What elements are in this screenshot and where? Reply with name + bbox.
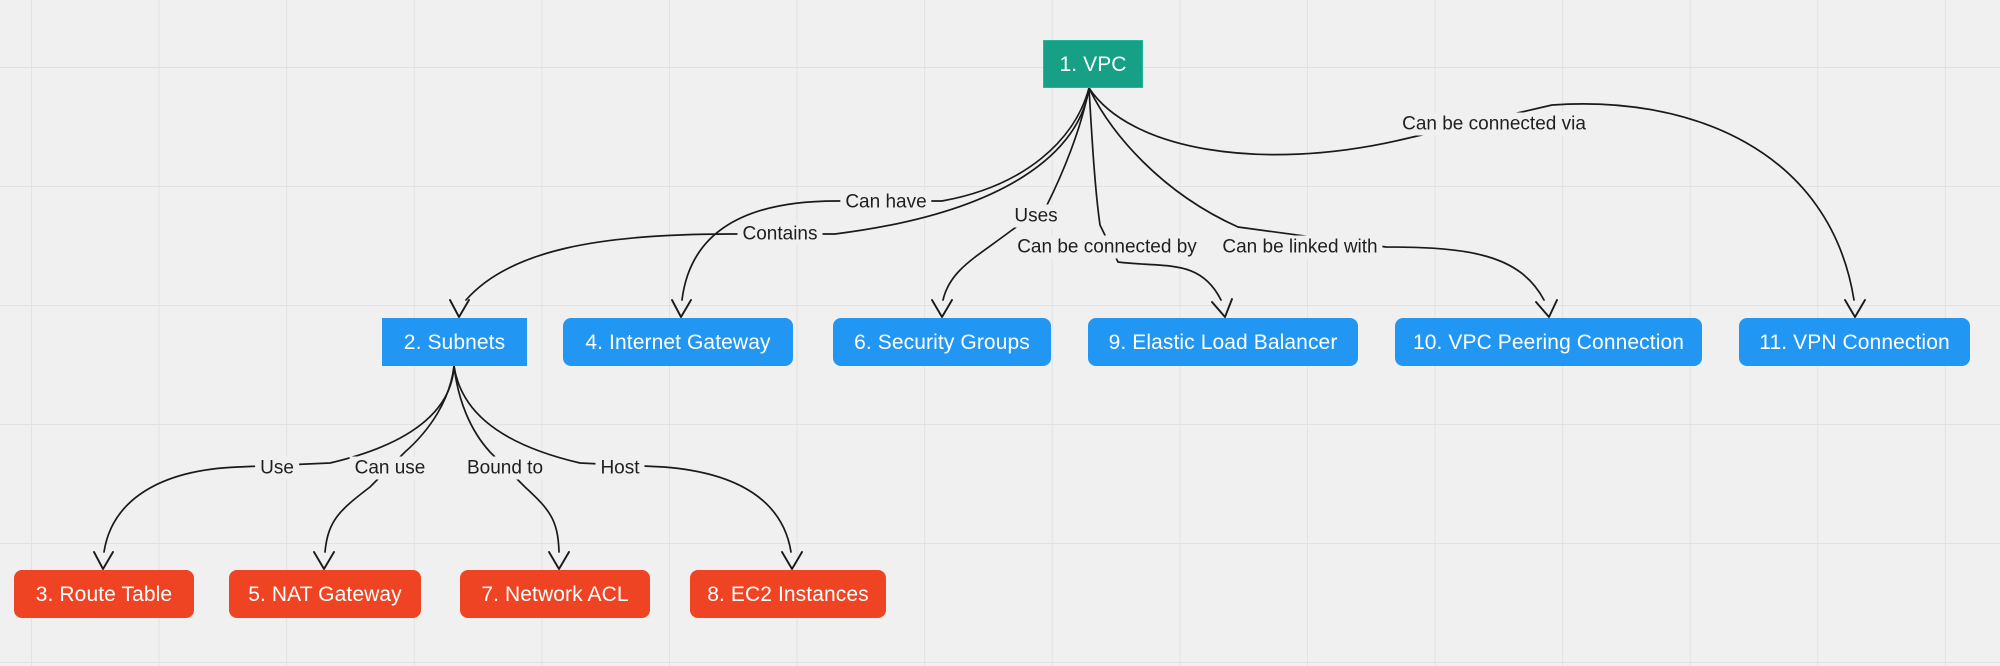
node-label: 11. VPN Connection bbox=[1759, 330, 1950, 354]
edge-label-host: Host bbox=[595, 456, 645, 480]
node-network-acl[interactable]: 7. Network ACL bbox=[460, 570, 650, 618]
edge-label-use: Use bbox=[255, 456, 299, 480]
node-label: 10. VPC Peering Connection bbox=[1412, 330, 1685, 354]
node-ec2-instances[interactable]: 8. EC2 Instances bbox=[690, 570, 886, 618]
node-label: 6. Security Groups bbox=[854, 330, 1030, 354]
node-label: 5. NAT Gateway bbox=[248, 582, 402, 606]
node-vpn-connection[interactable]: 11. VPN Connection bbox=[1739, 318, 1970, 366]
node-label: 8. EC2 Instances bbox=[707, 582, 869, 606]
node-elastic-load-balancer[interactable]: 9. Elastic Load Balancer bbox=[1088, 318, 1358, 366]
edge-label-can-be-connected-by: Can be connected by bbox=[1012, 235, 1202, 259]
node-internet-gateway[interactable]: 4. Internet Gateway bbox=[563, 318, 793, 366]
edge-label-can-use: Can use bbox=[349, 456, 431, 480]
node-label: 2. Subnets bbox=[403, 330, 506, 354]
node-vpc[interactable]: 1. VPC bbox=[1043, 40, 1143, 88]
edge-vpc-security-groups bbox=[931, 87, 1090, 318]
node-nat-gateway[interactable]: 5. NAT Gateway bbox=[229, 570, 421, 618]
edge-label-uses: Uses bbox=[1009, 204, 1063, 228]
node-label: 1. VPC bbox=[1059, 52, 1127, 76]
edge-label-can-be-linked-with: Can be linked with bbox=[1217, 235, 1383, 259]
node-label: 7. Network ACL bbox=[481, 582, 629, 606]
edge-vpc-subnets bbox=[449, 87, 1090, 318]
node-vpc-peering-connection[interactable]: 10. VPC Peering Connection bbox=[1395, 318, 1702, 366]
edge-label-contains: Contains bbox=[737, 222, 823, 246]
edge-label-bound-to: Bound to bbox=[461, 456, 549, 480]
node-label: 9. Elastic Load Balancer bbox=[1108, 330, 1338, 354]
edge-label-can-have: Can have bbox=[840, 190, 932, 214]
edge-vpc-elastic-load-balancer bbox=[1088, 87, 1233, 318]
node-security-groups[interactable]: 6. Security Groups bbox=[833, 318, 1051, 366]
node-label: 3. Route Table bbox=[35, 582, 173, 606]
diagram-canvas: 1. VPC 2. Subnets 4. Internet Gateway 6.… bbox=[0, 0, 2000, 666]
node-label: 4. Internet Gateway bbox=[585, 330, 771, 354]
edge-label-can-be-connected-via: Can be connected via bbox=[1397, 112, 1591, 136]
node-subnets[interactable]: 2. Subnets bbox=[382, 318, 527, 366]
node-route-table[interactable]: 3. Route Table bbox=[14, 570, 194, 618]
